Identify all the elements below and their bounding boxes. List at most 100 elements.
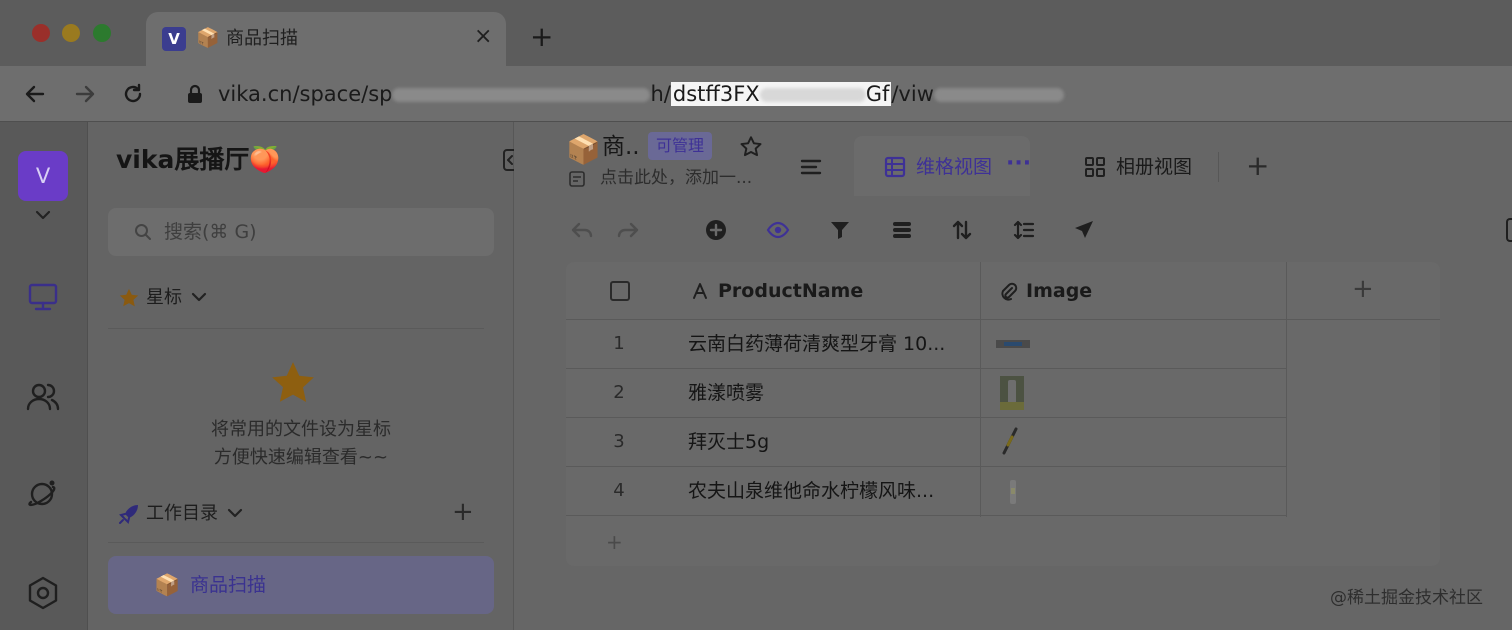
rocket-icon	[119, 505, 138, 524]
chevron-down-icon[interactable]	[33, 208, 53, 222]
starred-label: 星标	[146, 287, 182, 308]
new-tab-button[interactable]: +	[530, 20, 553, 54]
tab-title: 商品扫描	[226, 28, 298, 49]
row-index: 4	[613, 480, 625, 501]
add-node-button[interactable]: +	[452, 498, 474, 526]
add-row-button[interactable]: +	[606, 530, 623, 554]
lock-icon	[188, 84, 202, 103]
water-bottle-thumbnail-icon[interactable]	[996, 474, 1030, 508]
spray-thumbnail-icon[interactable]	[996, 376, 1030, 410]
url-prefix: vika.cn/space/sp	[218, 82, 393, 106]
maximize-window-button[interactable]	[93, 24, 111, 42]
package-icon: 📦	[154, 573, 181, 597]
redacted-url-segment	[392, 88, 651, 102]
table-row[interactable]: 2 雅漾喷雾	[566, 369, 1286, 418]
browser-titlebar: V 📦 商品扫描 × +	[0, 0, 1512, 66]
row-index: 2	[613, 382, 625, 403]
row-index: 3	[613, 431, 625, 452]
column-header-image[interactable]: Image	[1026, 277, 1092, 305]
chevron-down-icon	[227, 508, 243, 518]
vika-favicon-icon: V	[162, 27, 186, 51]
table-row[interactable]: 3 拜灭士5g	[566, 418, 1286, 467]
add-view-button[interactable]: +	[1246, 150, 1269, 182]
grid-header: ProductName Image +	[566, 262, 1440, 320]
redacted-url-segment	[933, 88, 1064, 102]
group-icon[interactable]	[890, 218, 914, 242]
workbench-icon[interactable]	[22, 276, 64, 318]
main-panel: 📦 商.. 可管理 点击此处，添加一... 维格视图 ··· 相册视图 + Pr…	[514, 122, 1512, 630]
search-input[interactable]: 搜索(⌘ G)	[108, 208, 494, 256]
sidebar: vika展播厅🍑 搜索(⌘ G) 星标 将常用的文件设为星标 方便快速编辑查看~…	[88, 122, 525, 630]
reload-icon[interactable]	[118, 79, 148, 109]
browser-toolbar: vika.cn/space/sp h/dstff3FX Gf/viw	[0, 66, 1512, 122]
cell-productname[interactable]: 农夫山泉维他命水柠檬风味...	[688, 477, 934, 505]
search-icon	[135, 224, 151, 240]
description-icon	[569, 171, 585, 187]
add-record-icon[interactable]	[704, 218, 728, 242]
sidebar-item-product-scan[interactable]: 📦 商品扫描	[108, 556, 494, 614]
filter-icon[interactable]	[828, 218, 852, 242]
divider	[108, 328, 484, 329]
column-divider	[1286, 262, 1287, 517]
watermark: @稀土掘金技术社区	[1330, 588, 1483, 608]
template-planet-icon[interactable]	[22, 472, 64, 514]
url-suffix: /viw	[891, 82, 934, 106]
url-highlighted-id: dstff3FX Gf	[670, 82, 892, 106]
table-row[interactable]: 4 农夫山泉维他命水柠檬风味...	[566, 467, 1286, 516]
forward-arrow-icon[interactable]	[70, 79, 100, 109]
row-index: 1	[613, 333, 625, 354]
divider	[1218, 152, 1219, 182]
minimize-window-button[interactable]	[62, 24, 80, 42]
hidden-fields-eye-icon[interactable]	[766, 218, 790, 242]
url-mid: h/	[650, 82, 671, 106]
column-header-productname[interactable]: ProductName	[718, 277, 863, 305]
favorite-star-icon[interactable]	[738, 134, 764, 160]
select-all-checkbox[interactable]	[610, 281, 630, 301]
package-icon: 📦	[196, 27, 220, 49]
text-field-icon	[693, 283, 707, 299]
grid-view-icon	[884, 156, 906, 178]
package-icon[interactable]: 📦	[566, 130, 601, 170]
tab-grid-view[interactable]: 维格视图 ···	[854, 136, 1031, 196]
sheet-description[interactable]: 点击此处，添加一...	[600, 166, 752, 190]
cell-productname[interactable]: 云南白药薄荷清爽型牙膏 10...	[688, 330, 945, 358]
space-name[interactable]: vika展播厅🍑	[116, 142, 281, 178]
app-nav-rail: V	[0, 122, 88, 630]
members-icon[interactable]	[22, 376, 64, 418]
toothpaste-thumbnail-icon[interactable]	[996, 327, 1030, 361]
gallery-view-icon	[1085, 157, 1105, 177]
tab-gallery-view[interactable]: 相册视图	[1084, 152, 1204, 182]
tab-gallery-view-label: 相册视图	[1116, 156, 1193, 178]
browser-tab[interactable]: V 📦 商品扫描 ×	[146, 12, 506, 66]
starred-empty-hint-line2: 方便快速编辑查看~~	[213, 447, 389, 468]
data-grid: ProductName Image + 1 云南白药薄荷清爽型牙膏 10... …	[566, 262, 1440, 566]
add-column-button[interactable]: +	[1352, 274, 1374, 304]
cell-productname[interactable]: 拜灭士5g	[688, 428, 769, 456]
sort-icon[interactable]	[950, 218, 974, 242]
tab-grid-view-label: 维格视图	[916, 156, 993, 178]
undo-icon[interactable]	[570, 218, 594, 242]
cell-productname[interactable]: 雅漾喷雾	[688, 379, 764, 407]
space-avatar[interactable]: V	[18, 151, 68, 201]
row-height-icon[interactable]	[1012, 218, 1036, 242]
sheet-title[interactable]: 商..	[602, 132, 640, 162]
star-icon	[119, 288, 139, 307]
back-arrow-icon[interactable]	[20, 79, 50, 109]
redo-icon[interactable]	[616, 218, 640, 242]
share-send-icon[interactable]	[1072, 218, 1096, 242]
table-row[interactable]: 1 云南白药薄荷清爽型牙膏 10...	[566, 320, 1286, 369]
syringe-thumbnail-icon[interactable]	[996, 425, 1030, 459]
close-window-button[interactable]	[32, 24, 50, 42]
right-panel-toggle-icon[interactable]	[1506, 218, 1512, 242]
url-highlight-start: dstff3FX	[672, 82, 760, 106]
permission-badge: 可管理	[648, 132, 713, 160]
workspace-label: 工作目录	[146, 503, 218, 524]
attachment-icon	[1001, 282, 1018, 301]
close-tab-icon[interactable]: ×	[474, 24, 492, 50]
view-more-icon[interactable]: ···	[1006, 150, 1031, 178]
search-placeholder: 搜索(⌘ G)	[164, 221, 257, 243]
settings-hexagon-icon[interactable]	[22, 572, 64, 614]
chevron-down-icon	[191, 292, 207, 302]
divider	[108, 542, 484, 543]
view-list-toggle-icon[interactable]	[798, 154, 824, 180]
